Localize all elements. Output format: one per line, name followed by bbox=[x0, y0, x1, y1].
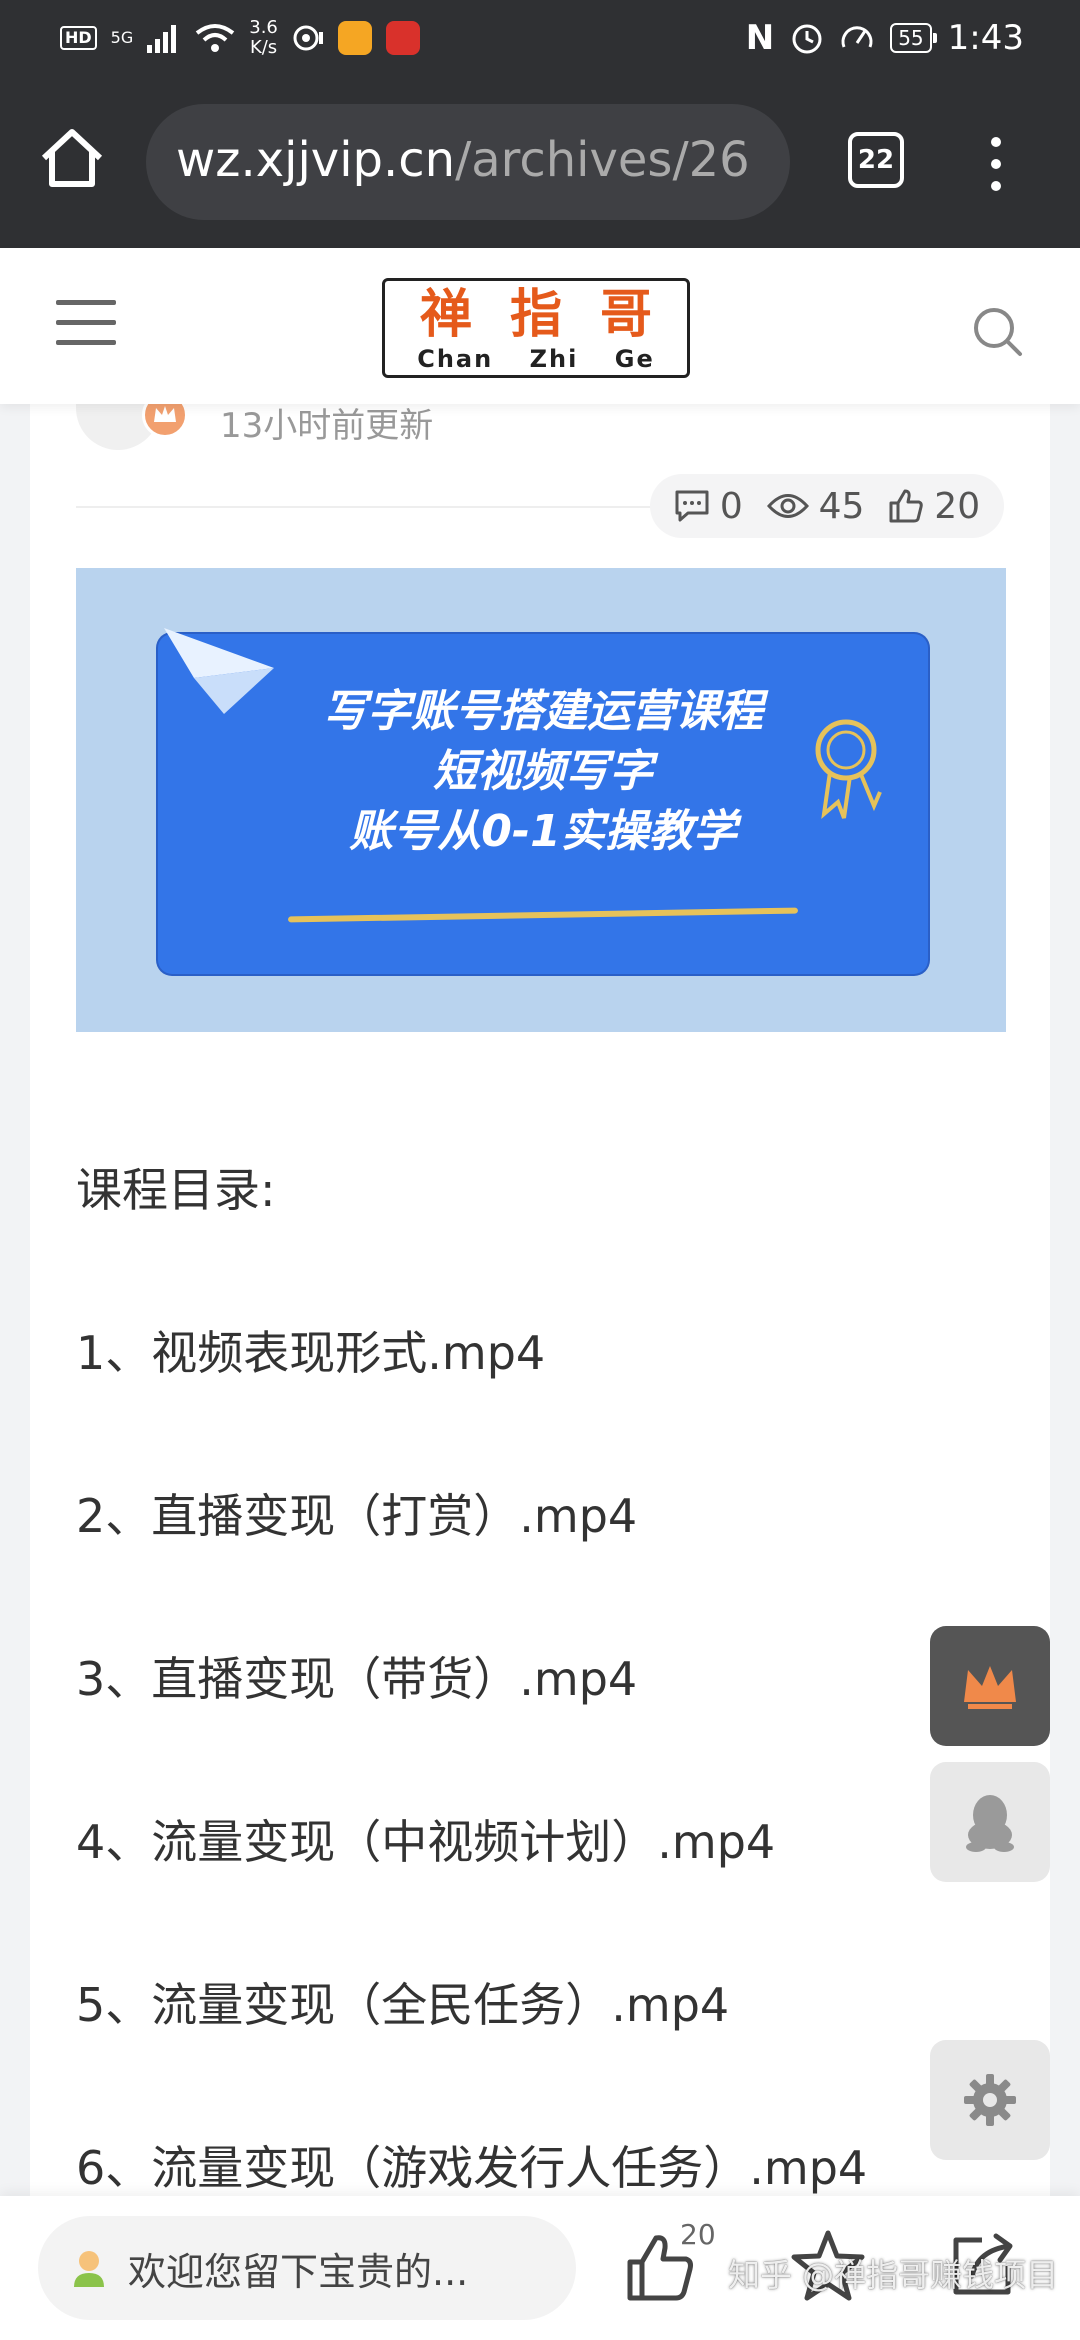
browser-toolbar: wz.xjjvip.cn/archives/26 22 bbox=[0, 80, 1080, 248]
crown-icon bbox=[964, 1666, 1016, 1709]
url-path: /archives/26 bbox=[455, 132, 750, 188]
signal-type: 5G bbox=[110, 28, 134, 47]
logo-char: 禅 bbox=[419, 284, 472, 345]
network-speed: 3.6 K/s bbox=[249, 18, 278, 58]
like-count[interactable]: 20 bbox=[888, 486, 980, 527]
content-line: 4、流量变现（中视频计划）.mp4 bbox=[76, 1815, 776, 1869]
logo-english: Chan Zhi Ge bbox=[385, 345, 687, 373]
more-menu-icon[interactable] bbox=[978, 134, 1014, 194]
divider bbox=[76, 506, 666, 508]
menu-icon[interactable] bbox=[56, 300, 116, 350]
view-count-value: 45 bbox=[818, 485, 865, 527]
status-bar: HD 5G 3.6 K/s N 55 1:43 bbox=[0, 0, 1080, 80]
view-count: 45 bbox=[766, 485, 865, 527]
logo-word: Zhi bbox=[529, 345, 579, 373]
clock: 1:43 bbox=[947, 18, 1024, 58]
logo-char: 指 bbox=[509, 284, 562, 345]
content-line: 5、流量变现（全民任务）.mp4 bbox=[76, 1978, 730, 2032]
speed-unit: K/s bbox=[249, 37, 278, 58]
vip-button[interactable] bbox=[930, 1626, 1050, 1746]
logo-word: Ge bbox=[614, 345, 655, 373]
home-icon[interactable] bbox=[38, 124, 106, 192]
url-text: wz.xjjvip.cn/archives/26 bbox=[176, 132, 750, 188]
search-icon[interactable] bbox=[972, 306, 1024, 358]
eye-icon bbox=[766, 494, 809, 518]
speed-value: 3.6 bbox=[249, 17, 278, 38]
wifi-icon bbox=[196, 24, 235, 52]
article-content: 课程目录: 1、视频表现形式.mp4 2、直播变现（打赏）.mp4 3、直播变现… bbox=[76, 1160, 1006, 2301]
site-logo[interactable]: 禅 指 哥 Chan Zhi Ge bbox=[382, 278, 690, 378]
comment-icon bbox=[675, 490, 709, 522]
speed-gauge-icon bbox=[841, 26, 873, 48]
like-count-value: 20 bbox=[934, 485, 981, 527]
browser-chrome: HD 5G 3.6 K/s N 55 1:43 wz.xjjvip.cn/arc… bbox=[0, 0, 1080, 248]
medal-icon bbox=[815, 719, 882, 819]
paper-plane-icon bbox=[164, 628, 274, 714]
like-total: 20 bbox=[680, 2218, 716, 2251]
location-icon bbox=[293, 25, 323, 51]
site-header: 禅 指 哥 Chan Zhi Ge bbox=[0, 248, 1080, 404]
thumbs-up-icon bbox=[889, 489, 924, 523]
settings-button[interactable] bbox=[930, 2040, 1050, 2160]
user-avatar-icon bbox=[74, 2251, 104, 2287]
comment-count[interactable]: 0 bbox=[674, 486, 743, 527]
alarm-icon bbox=[792, 24, 822, 54]
bottom-action-bar: 欢迎您留下宝贵的... 20 知乎 @禅指哥赚钱项目 bbox=[0, 2196, 1080, 2340]
logo-char: 哥 bbox=[599, 284, 652, 345]
comment-placeholder: 欢迎您留下宝贵的... bbox=[128, 2249, 469, 2294]
logo-word: Chan bbox=[417, 345, 494, 373]
logo-chinese: 禅 指 哥 bbox=[385, 287, 687, 343]
nfc-icon: N bbox=[745, 18, 775, 58]
gear-icon bbox=[964, 2074, 1016, 2126]
qq-button[interactable] bbox=[930, 1762, 1050, 1882]
content-line: 1、视频表现形式.mp4 bbox=[76, 1326, 546, 1380]
comment-input[interactable]: 欢迎您留下宝贵的... bbox=[38, 2216, 576, 2320]
zhihu-watermark: 知乎 @禅指哥赚钱项目 bbox=[728, 2256, 1059, 2294]
notification-app-icon-2 bbox=[385, 21, 420, 55]
status-right: N 55 1:43 bbox=[746, 18, 1024, 58]
address-bar[interactable]: wz.xjjvip.cn/archives/26 bbox=[146, 104, 790, 220]
comment-count-value: 0 bbox=[719, 485, 743, 527]
content-line: 2、直播变现（打赏）.mp4 bbox=[76, 1489, 638, 1543]
battery-indicator: 55 bbox=[890, 23, 938, 53]
content-heading: 课程目录: bbox=[76, 1163, 276, 1217]
status-left: HD 5G 3.6 K/s bbox=[60, 18, 420, 58]
qq-penguin-icon bbox=[966, 1795, 1014, 1852]
url-host: wz.xjjvip.cn bbox=[176, 132, 456, 188]
tab-switcher-button[interactable]: 22 bbox=[848, 132, 904, 188]
hd-badge: HD bbox=[60, 26, 97, 50]
content-line: 3、直播变现（带货）.mp4 bbox=[76, 1652, 638, 1706]
article-banner-image: 写字账号搭建运营课程 短视频写字 账号从0-1实操教学 bbox=[76, 568, 1006, 1032]
update-time: 13小时前更新 bbox=[220, 406, 434, 446]
banner-underline bbox=[287, 907, 799, 923]
article-stats: 0 45 20 bbox=[650, 474, 1004, 538]
signal-icon bbox=[147, 25, 177, 53]
article-card: 13小时前更新 0 45 20 写字账号搭建运营课程 短视频写字 账号从0-1实… bbox=[30, 384, 1050, 2204]
notification-app-icon bbox=[337, 21, 372, 55]
